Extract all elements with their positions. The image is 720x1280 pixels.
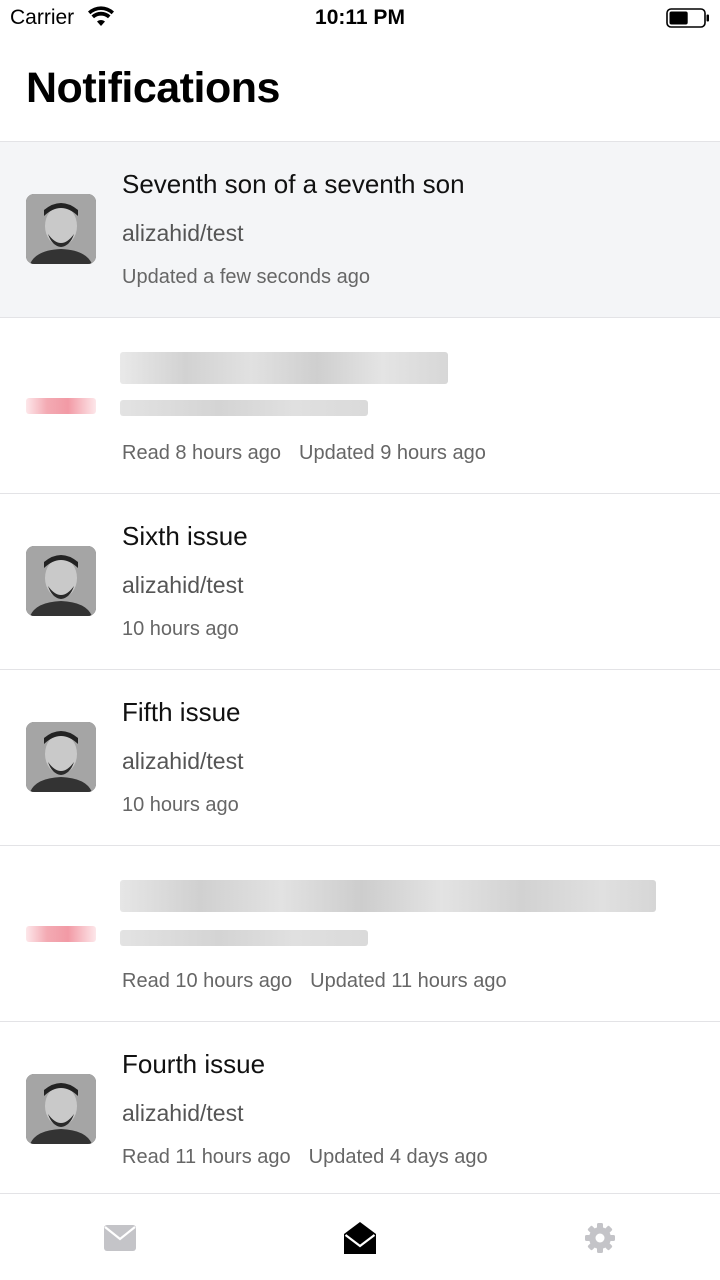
mail-open-icon [344, 1221, 376, 1254]
notification-repo: alizahid/test [122, 572, 244, 598]
notification-meta: 10 hours ago [122, 794, 239, 817]
page-header: Notifications [0, 40, 720, 142]
status-time: 10:11 PM [315, 6, 405, 29]
notification-repo: alizahid/test [122, 748, 244, 774]
tab-inbox[interactable] [0, 1194, 240, 1280]
notification-title: Sixth issue [122, 521, 248, 551]
notification-title: Fifth issue [122, 697, 241, 727]
avatar [26, 546, 96, 616]
notification-meta: 10 hours ago [122, 618, 239, 641]
notification-list[interactable]: Seventh son of a seventh son alizahid/te… [0, 142, 720, 1194]
notification-title: Seventh son of a seventh son [122, 169, 465, 199]
tab-bar [0, 1193, 720, 1280]
status-bar: Carrier 10:11 PM [0, 0, 720, 40]
notification-row[interactable]: Fifth issue alizahid/test 10 hours ago [0, 670, 720, 846]
notification-meta: Updated a few seconds ago [122, 266, 370, 289]
notification-meta-primary: Read 8 hours ago [122, 442, 282, 464]
notification-row[interactable]: Fourth issue alizahid/test Read 11 hours… [0, 1022, 720, 1194]
notification-meta: Read 11 hours ago Updated 4 days ago [122, 1146, 488, 1169]
redacted-title [120, 352, 448, 384]
avatar [26, 194, 96, 264]
notification-meta-primary: 10 hours ago [122, 618, 239, 640]
mail-closed-icon [104, 1224, 136, 1251]
notification-meta-secondary: Updated 9 hours ago [299, 442, 486, 464]
notification-meta-primary: Updated a few seconds ago [122, 266, 370, 288]
tab-settings[interactable] [480, 1194, 720, 1280]
notification-meta-primary: 10 hours ago [122, 794, 239, 816]
notification-row[interactable]: Read 10 hours ago Updated 11 hours ago [0, 846, 720, 1022]
avatar [26, 722, 96, 792]
page-title: Notifications [26, 64, 280, 112]
notification-meta: Read 10 hours ago Updated 11 hours ago [122, 970, 507, 993]
redacted-repo [120, 400, 368, 416]
notification-meta-secondary: Updated 11 hours ago [310, 970, 507, 992]
notification-row[interactable]: Sixth issue alizahid/test 10 hours ago [0, 494, 720, 670]
notification-meta-primary: Read 10 hours ago [122, 970, 293, 992]
battery-icon [666, 8, 710, 28]
avatar [26, 1074, 96, 1144]
notification-row[interactable]: Read 8 hours ago Updated 9 hours ago [0, 318, 720, 494]
gear-icon [585, 1222, 615, 1253]
redacted-avatar [26, 398, 96, 414]
redacted-title [120, 880, 656, 912]
notification-meta-secondary: Updated 4 days ago [308, 1146, 488, 1168]
tab-notifications[interactable] [240, 1194, 480, 1280]
redacted-repo [120, 930, 368, 946]
notification-repo: alizahid/test [122, 220, 244, 246]
notification-meta-primary: Read 11 hours ago [122, 1146, 291, 1168]
notification-repo: alizahid/test [122, 1100, 244, 1126]
notification-meta: Read 8 hours ago Updated 9 hours ago [122, 442, 486, 465]
notification-title: Fourth issue [122, 1049, 266, 1079]
redacted-avatar [26, 926, 96, 942]
notification-row[interactable]: Seventh son of a seventh son alizahid/te… [0, 142, 720, 318]
